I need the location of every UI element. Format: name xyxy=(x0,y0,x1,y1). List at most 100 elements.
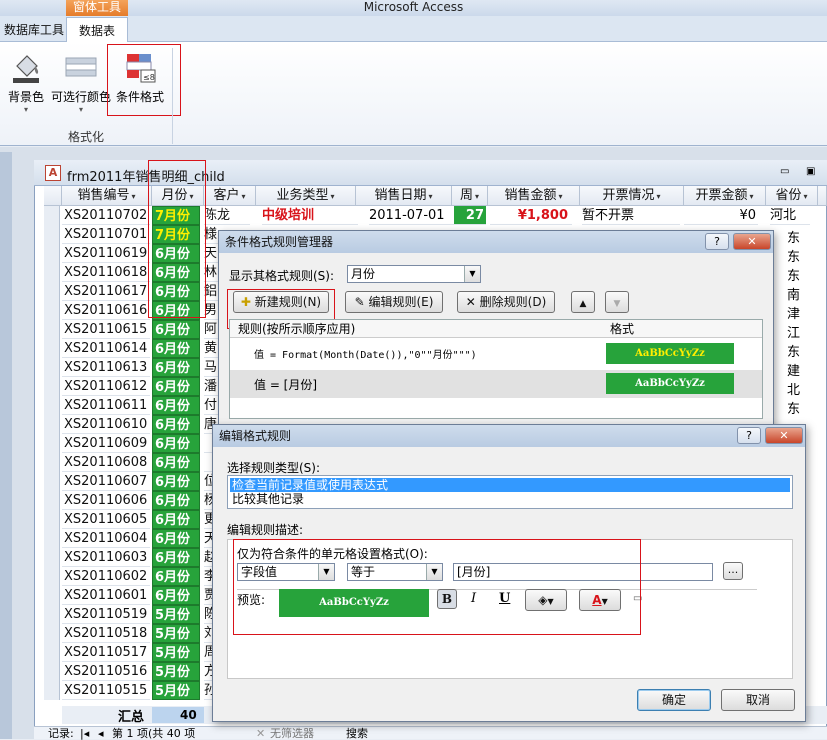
row-selector[interactable] xyxy=(44,643,60,662)
tab-datasheet[interactable]: 数据表 xyxy=(66,17,128,43)
select-all-corner[interactable] xyxy=(44,186,62,206)
cell-sales-id[interactable]: XS20110615 xyxy=(62,320,150,339)
cell-week[interactable]: 27 xyxy=(454,206,486,225)
cell-sales-id[interactable]: XS20110617 xyxy=(62,282,150,301)
row-selector[interactable] xyxy=(44,548,60,567)
row-selector[interactable] xyxy=(44,434,60,453)
column-header-invoice-amount[interactable]: 开票金额 ▾ xyxy=(684,186,766,206)
filter-status[interactable]: 无筛选器 xyxy=(270,727,314,740)
column-header-business-type[interactable]: 业务类型 ▾ xyxy=(256,186,356,206)
cell-sales-id[interactable]: XS20110609 xyxy=(62,434,150,453)
row-selector[interactable] xyxy=(44,263,60,282)
totals-value[interactable]: 40 xyxy=(152,707,204,723)
column-header-sales-amount[interactable]: 销售金额 ▾ xyxy=(488,186,580,206)
cell-month[interactable]: 5月份 xyxy=(152,662,200,681)
row-selector[interactable] xyxy=(44,206,60,225)
column-header-invoice-status[interactable]: 开票情况 ▾ xyxy=(580,186,684,206)
cell-sale-date[interactable]: 2011-07-01 xyxy=(369,206,455,225)
cell-sales-id[interactable]: XS20110612 xyxy=(62,377,150,396)
column-header-province[interactable]: 省份 ▾ xyxy=(766,186,818,206)
row-selector[interactable] xyxy=(44,586,60,605)
cancel-button[interactable]: 取消 xyxy=(721,689,795,711)
cell-month[interactable]: 6月份 xyxy=(152,377,200,396)
cell-sales-id[interactable]: XS20110518 xyxy=(62,624,150,643)
first-record-icon[interactable]: |◂ xyxy=(80,727,89,740)
cell-month[interactable]: 6月份 xyxy=(152,339,200,358)
cell-sales-id[interactable]: XS20110607 xyxy=(62,472,150,491)
cell-month[interactable]: 6月份 xyxy=(152,510,200,529)
rule-row[interactable]: 值 = [月份] AaBbCcYyZz xyxy=(230,370,762,398)
cell-sales-id[interactable]: XS20110517 xyxy=(62,643,150,662)
cell-customer[interactable]: 陈龙 xyxy=(204,206,250,225)
cell-month[interactable]: 5月份 xyxy=(152,624,200,643)
rule-type-option[interactable]: 比较其他记录 xyxy=(230,492,790,506)
row-selector[interactable] xyxy=(44,415,60,434)
cell-sales-id[interactable]: XS20110616 xyxy=(62,301,150,320)
row-selector[interactable] xyxy=(44,225,60,244)
cell-province[interactable]: 东 xyxy=(787,265,800,284)
row-selector[interactable] xyxy=(44,358,60,377)
ok-button[interactable]: 确定 xyxy=(637,689,711,711)
cell-province[interactable]: 北 xyxy=(787,379,800,398)
cell-sales-amount[interactable]: ¥1,800 xyxy=(490,206,572,225)
row-selector[interactable] xyxy=(44,529,60,548)
column-header-sale-date[interactable]: 销售日期 ▾ xyxy=(356,186,452,206)
cell-sales-id[interactable]: XS20110605 xyxy=(62,510,150,529)
cell-sales-id[interactable]: XS20110702 xyxy=(62,206,150,225)
cell-month[interactable]: 6月份 xyxy=(152,567,200,586)
cell-sales-id[interactable]: XS20110515 xyxy=(62,681,150,700)
column-header-overflow[interactable] xyxy=(818,186,827,206)
cell-month[interactable]: 5月份 xyxy=(152,643,200,662)
cell-invoice-status[interactable]: 暂不开票 xyxy=(582,206,680,225)
cell-sales-id[interactable]: XS20110618 xyxy=(62,263,150,282)
cell-month[interactable]: 6月份 xyxy=(152,415,200,434)
record-position[interactable]: 第 1 项(共 40 项 xyxy=(112,727,195,740)
cell-province[interactable]: 东 xyxy=(787,227,800,246)
row-selector[interactable] xyxy=(44,605,60,624)
row-selector[interactable] xyxy=(44,320,60,339)
cell-sales-id[interactable]: XS20110701 xyxy=(62,225,150,244)
cell-month[interactable]: 6月份 xyxy=(152,453,200,472)
row-selector[interactable] xyxy=(44,453,60,472)
cell-sales-id[interactable]: XS20110613 xyxy=(62,358,150,377)
move-down-button[interactable]: ▼ xyxy=(605,291,629,313)
row-selector[interactable] xyxy=(44,339,60,358)
cell-sales-id[interactable]: XS20110602 xyxy=(62,567,150,586)
row-selector[interactable] xyxy=(44,491,60,510)
cell-sales-id[interactable]: XS20110519 xyxy=(62,605,150,624)
cell-month[interactable]: 6月份 xyxy=(152,529,200,548)
cell-month[interactable]: 5月份 xyxy=(152,681,200,700)
rule-row[interactable]: 值 = Format(Month(Date()),"0""月份""") AaBb… xyxy=(230,340,762,368)
cell-sales-id[interactable]: XS20110619 xyxy=(62,244,150,263)
alternate-row-color-button[interactable]: 可选行颜色 ▾ xyxy=(50,46,112,114)
cell-sales-id[interactable]: XS20110516 xyxy=(62,662,150,681)
row-selector[interactable] xyxy=(44,624,60,643)
row-selector[interactable] xyxy=(44,282,60,301)
cell-province[interactable]: 河北 xyxy=(770,206,810,225)
row-selector[interactable] xyxy=(44,377,60,396)
tab-database-tools[interactable]: 数据库工具 xyxy=(0,18,68,42)
cell-invoice-amount[interactable]: ¥0 xyxy=(684,206,758,225)
cell-month[interactable]: 6月份 xyxy=(152,548,200,567)
cell-sales-id[interactable]: XS20110608 xyxy=(62,453,150,472)
cell-sales-id[interactable]: XS20110604 xyxy=(62,529,150,548)
cell-sales-id[interactable]: XS20110606 xyxy=(62,491,150,510)
move-up-button[interactable]: ▲ xyxy=(571,291,595,313)
background-color-button[interactable]: 背景色 ▾ xyxy=(2,46,50,114)
row-selector[interactable] xyxy=(44,662,60,681)
cell-month[interactable]: 6月份 xyxy=(152,491,200,510)
row-selector[interactable] xyxy=(44,396,60,415)
row-selector[interactable] xyxy=(44,301,60,320)
help-icon[interactable]: ? xyxy=(737,427,761,444)
row-selector[interactable] xyxy=(44,510,60,529)
cell-province[interactable]: 建 xyxy=(787,360,800,379)
cell-month[interactable]: 6月份 xyxy=(152,472,200,491)
cell-sales-id[interactable]: XS20110614 xyxy=(62,339,150,358)
cell-month[interactable]: 5月份 xyxy=(152,605,200,624)
row-selector[interactable] xyxy=(44,244,60,263)
edit-rule-button[interactable]: ✎ 编辑规则(E) xyxy=(345,291,443,313)
minimize-icon[interactable]: ▭ xyxy=(780,166,789,177)
cell-sales-id[interactable]: XS20110603 xyxy=(62,548,150,567)
row-selector[interactable] xyxy=(44,472,60,491)
cell-province[interactable]: 东 xyxy=(787,246,800,265)
